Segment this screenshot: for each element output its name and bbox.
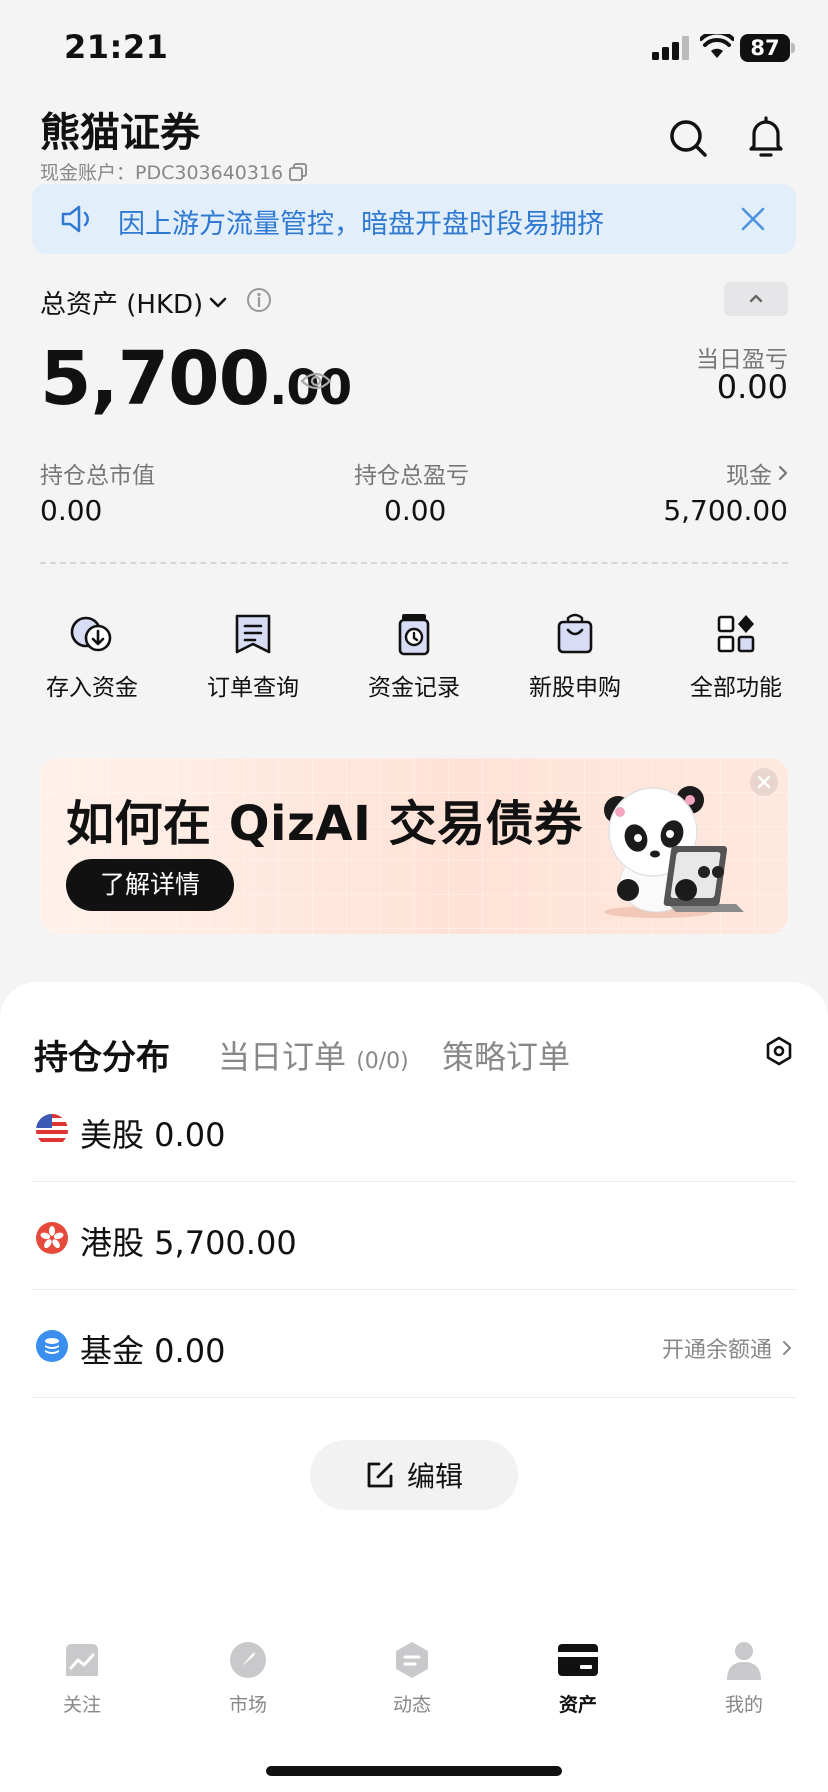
feed-icon <box>396 1642 428 1678</box>
cellular-signal-icon <box>652 36 689 60</box>
tab-assets[interactable]: 资产 <box>528 1640 628 1717</box>
receipt-icon <box>235 614 271 654</box>
info-icon[interactable] <box>246 287 272 313</box>
order-query-label: 订单查询 <box>207 675 299 701</box>
open-balance-label: 开通余额通 <box>661 1338 772 1363</box>
wallet-icon <box>558 1644 598 1676</box>
fund-records-label: 资金记录 <box>368 675 460 701</box>
tab-strategy-orders[interactable]: 策略订单 <box>442 1032 570 1078</box>
close-icon <box>757 775 771 789</box>
tab-market-label: 市场 <box>228 1694 267 1716</box>
chevron-right-icon <box>778 465 788 481</box>
deposit-icon <box>70 616 112 652</box>
speaker-icon <box>61 205 89 233</box>
copy-icon[interactable] <box>289 162 308 181</box>
tab-me[interactable]: 我的 <box>694 1640 794 1717</box>
app-title: 熊猫证券 <box>40 110 200 156</box>
position-pl-value: 0.00 <box>384 494 447 527</box>
fund-icon <box>36 1330 68 1362</box>
deposit-funds-label: 存入资金 <box>46 675 138 701</box>
collapse-button[interactable] <box>724 282 788 316</box>
notice-text: 因上游方流量管控，暗盘开盘时段易拥挤 <box>118 209 604 240</box>
settings-icon[interactable] <box>764 1036 794 1066</box>
battery-indicator: 87 <box>740 34 790 62</box>
fund-row[interactable]: 基金 0.00 开通余额通 <box>32 1290 796 1398</box>
chevron-down-icon <box>209 297 227 307</box>
panda-illustration-icon <box>604 786 744 918</box>
ipo-subscription-label: 新股申购 <box>529 675 621 701</box>
market-value: 0.00 <box>40 494 103 527</box>
shopping-bag-icon <box>557 613 593 654</box>
position-pl-label: 持仓总盈亏 <box>354 463 469 489</box>
account-label: 现金账户：PDC303640316 <box>40 162 284 184</box>
notice-banner[interactable]: 因上游方流量管控，暗盘开盘时段易拥挤 <box>32 184 796 254</box>
cash-label: 现金 <box>726 463 772 489</box>
learn-more-button[interactable]: 了解详情 <box>66 859 234 911</box>
banner-close-button[interactable] <box>750 768 778 796</box>
tab-me-label: 我的 <box>724 1694 763 1716</box>
open-balance-link[interactable]: 开通余额通 <box>662 1332 792 1364</box>
edit-label: 编辑 <box>406 1460 463 1493</box>
home-indicator <box>266 1766 562 1776</box>
eye-icon[interactable] <box>300 370 332 392</box>
grid-icon <box>717 615 755 653</box>
tab-watchlist[interactable]: 关注 <box>32 1640 132 1717</box>
all-functions-label: 全部功能 <box>690 675 782 701</box>
tab-feed[interactable]: 动态 <box>362 1640 462 1717</box>
us-stocks-row[interactable]: 美股 0.00 <box>32 1074 796 1182</box>
record-icon <box>398 614 430 656</box>
chart-icon <box>66 1644 98 1676</box>
tab-today-orders[interactable]: 当日订单 (0/0) <box>218 1032 409 1078</box>
day-pl-value: 0.00 <box>716 368 788 406</box>
tab-watchlist-label: 关注 <box>62 1694 101 1716</box>
fund-label: 基金 0.00 <box>80 1332 226 1370</box>
total-assets-label: 总资产 (HKD) <box>40 290 204 320</box>
chevron-up-icon <box>749 294 763 303</box>
status-time: 21:21 <box>64 28 169 66</box>
cash-value: 5,700.00 <box>663 494 788 527</box>
total-assets-integer: 5,700 <box>40 336 270 422</box>
us-stocks-label: 美股 0.00 <box>80 1116 226 1154</box>
chevron-right-icon <box>783 1341 791 1355</box>
hk-stocks-label: 港股 5,700.00 <box>80 1224 297 1262</box>
tab-today-orders-label: 当日订单 <box>218 1038 347 1076</box>
today-orders-count: (0/0) <box>356 1049 409 1074</box>
order-query-button[interactable]: 订单查询 <box>183 612 323 702</box>
search-icon[interactable] <box>668 118 708 158</box>
deposit-funds-button[interactable]: 存入资金 <box>22 612 162 702</box>
compass-icon <box>230 1642 266 1678</box>
us-flag-icon <box>36 1114 68 1146</box>
banner-title: 如何在 QizAI 交易债券 <box>66 796 583 852</box>
ipo-subscription-button[interactable]: 新股申购 <box>505 612 645 702</box>
edit-button[interactable]: 编辑 <box>310 1440 518 1510</box>
fund-records-button[interactable]: 资金记录 <box>344 612 484 702</box>
hk-stocks-row[interactable]: 港股 5,700.00 <box>32 1182 796 1290</box>
tab-holdings[interactable]: 持仓分布 <box>34 1030 170 1079</box>
hk-flag-icon <box>36 1222 68 1254</box>
total-assets-selector[interactable]: 总资产 (HKD) <box>40 284 227 321</box>
person-icon <box>727 1642 761 1680</box>
promo-banner[interactable]: 如何在 QizAI 交易债券 了解详情 <box>40 758 788 934</box>
account-info: 现金账户：PDC303640316 <box>40 158 308 185</box>
divider <box>40 562 788 564</box>
tab-assets-label: 资产 <box>558 1694 597 1716</box>
bell-icon[interactable] <box>746 116 786 158</box>
edit-icon <box>367 1462 393 1488</box>
close-icon[interactable] <box>740 206 766 232</box>
market-value-label: 持仓总市值 <box>40 463 155 489</box>
battery-tip <box>791 43 795 53</box>
cash-link[interactable]: 现金 <box>726 456 788 490</box>
all-functions-button[interactable]: 全部功能 <box>666 612 806 702</box>
wifi-icon <box>700 34 734 58</box>
tab-market[interactable]: 市场 <box>198 1640 298 1717</box>
tab-feed-label: 动态 <box>392 1694 431 1716</box>
